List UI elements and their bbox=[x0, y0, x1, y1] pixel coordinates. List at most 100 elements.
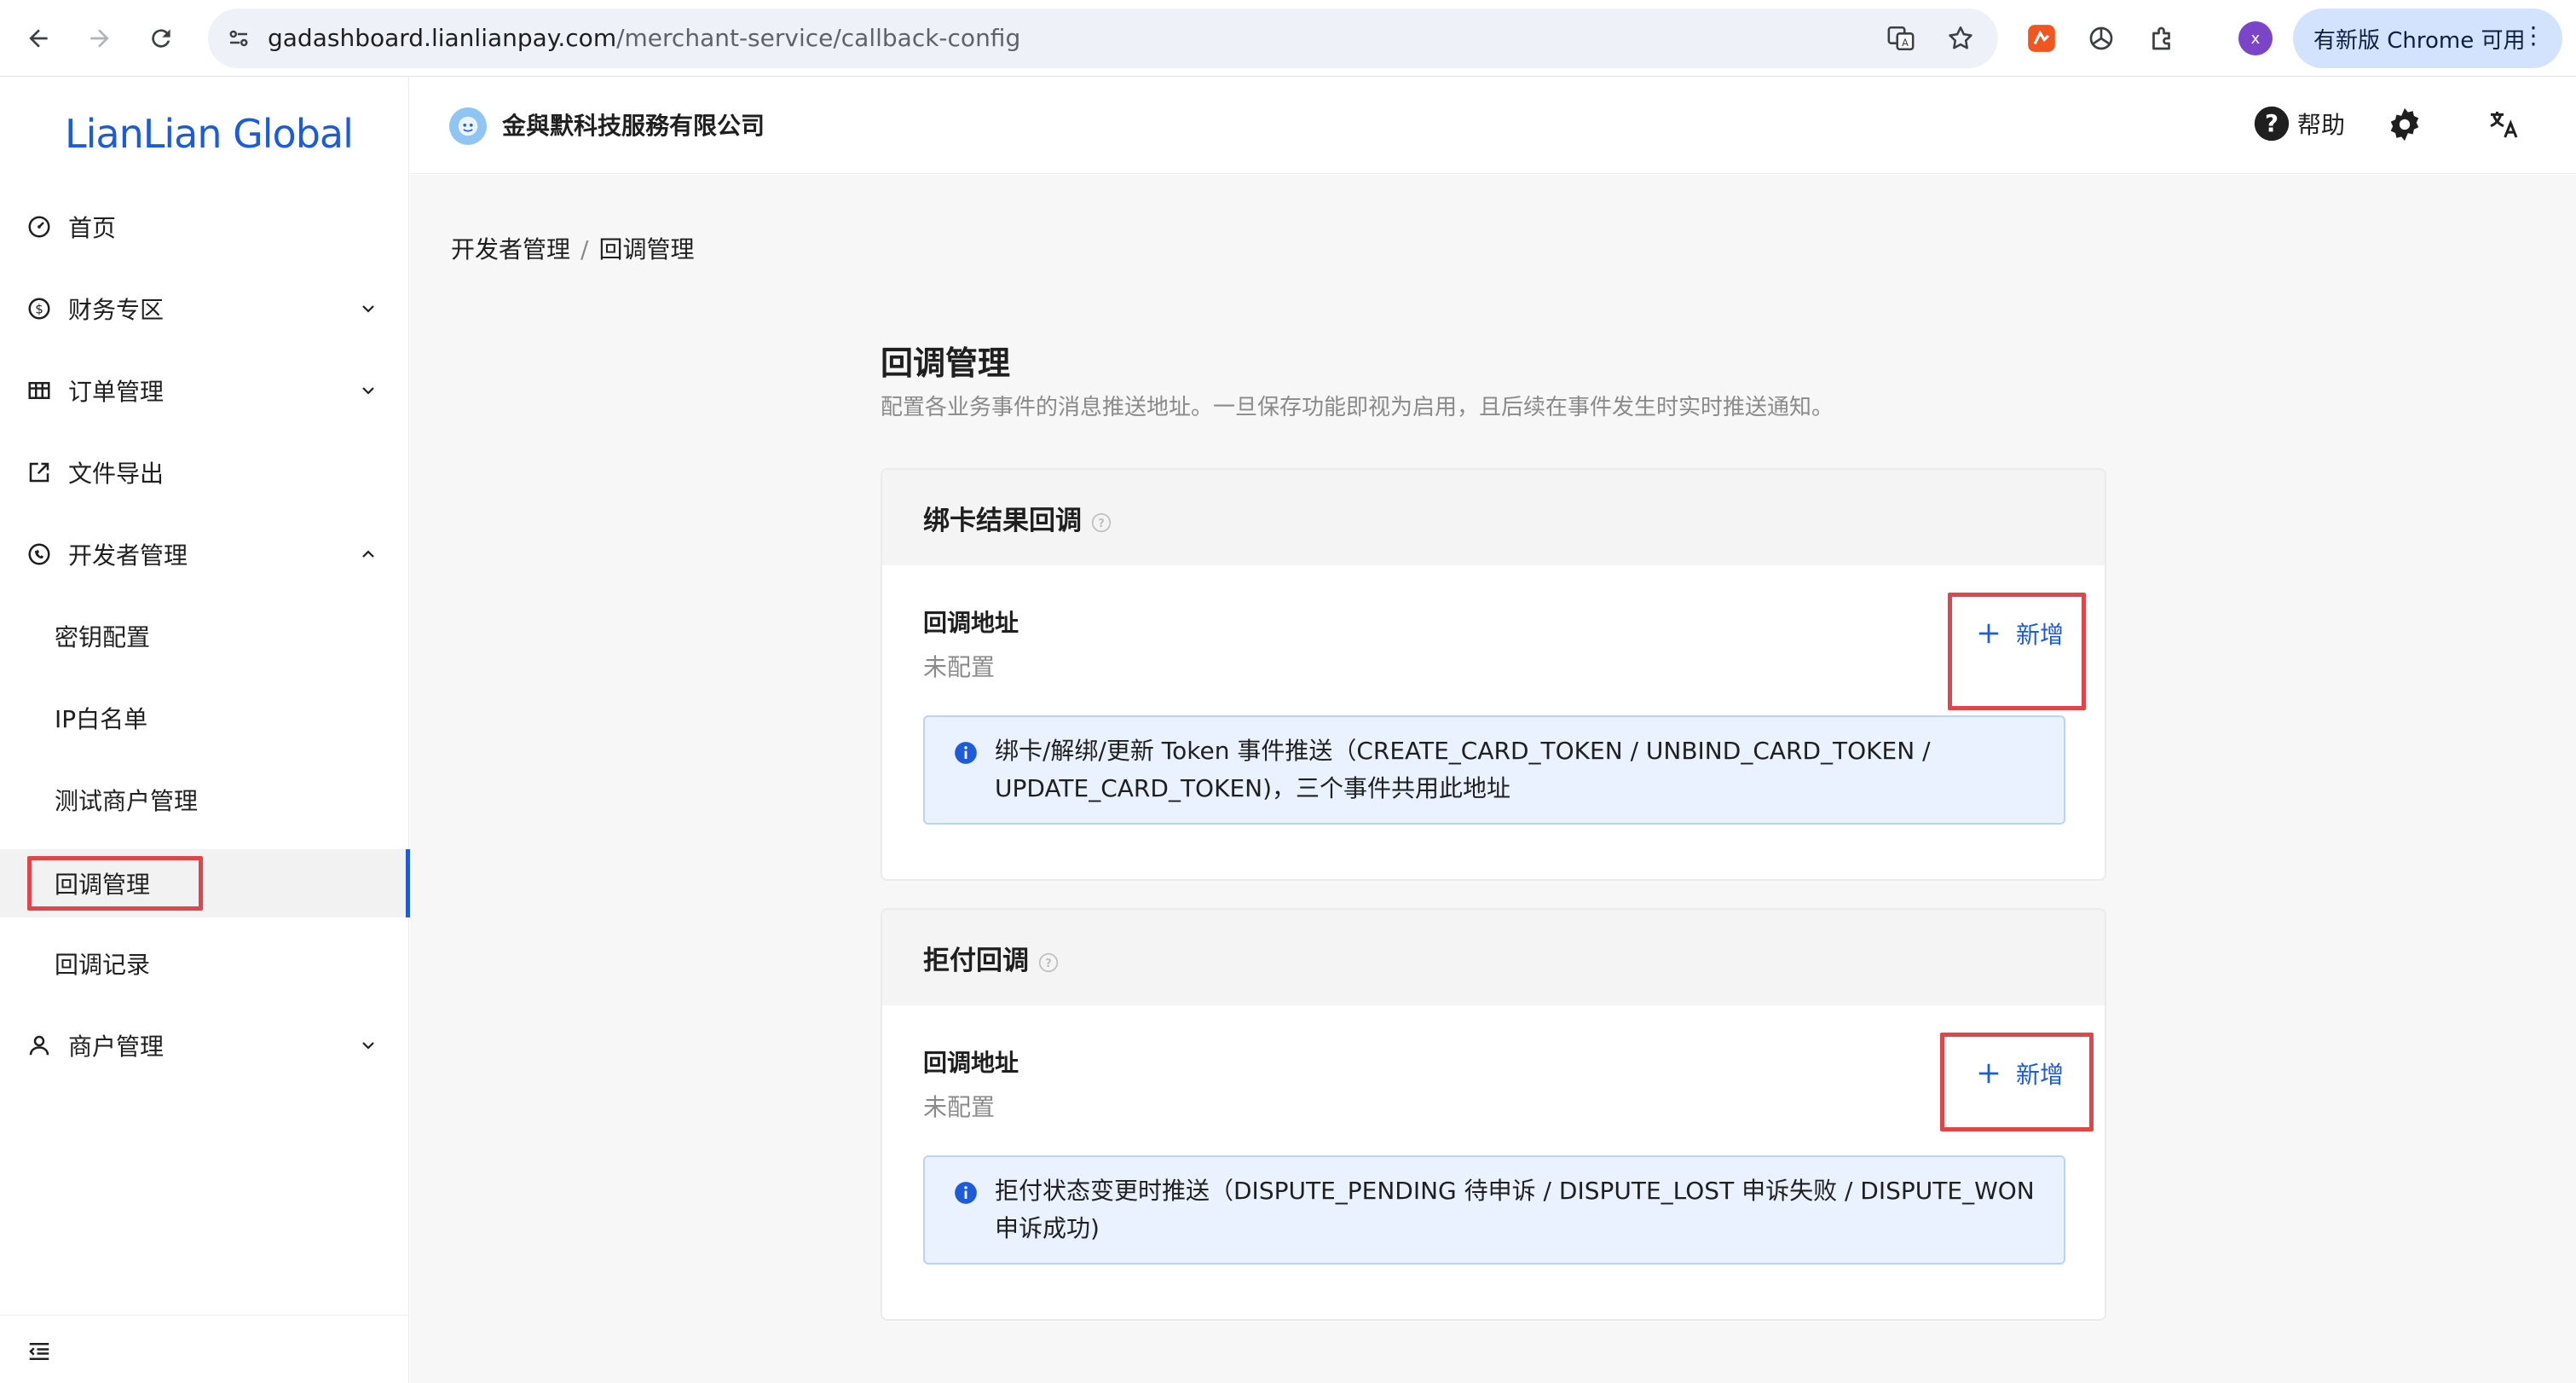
sidebar-footer bbox=[0, 1315, 409, 1383]
card-header: 拒付回调? bbox=[882, 910, 2105, 1005]
svg-text:?: ? bbox=[1098, 517, 1105, 529]
collapse-menu-icon[interactable] bbox=[26, 1338, 53, 1365]
back-button[interactable] bbox=[19, 19, 58, 58]
sidebar-item-label: 商户管理 bbox=[68, 1033, 165, 1061]
field-label-callback-url: 回调地址 bbox=[923, 1049, 1019, 1077]
breadcrumb-separator: / bbox=[580, 235, 589, 263]
help-circle-icon: ? bbox=[2254, 106, 2290, 142]
annotation-highlight bbox=[1940, 1033, 2094, 1131]
breadcrumb-parent[interactable]: 开发者管理 bbox=[451, 235, 570, 263]
company-avatar bbox=[449, 107, 487, 145]
info-text-line: UPDATE_CARD_TOKEN)，三个事件共用此地址 bbox=[995, 774, 1511, 802]
help-button[interactable]: ? 帮助 bbox=[2253, 102, 2345, 145]
settings-gear-icon[interactable] bbox=[2384, 104, 2425, 145]
sidebar: LianLian Global 首页 $ 财务专区 订单管理 文件导出 开发者管… bbox=[0, 77, 410, 1383]
chevron-down-icon bbox=[356, 1033, 380, 1057]
export-icon bbox=[26, 459, 53, 486]
sidebar-item-home[interactable]: 首页 bbox=[0, 186, 409, 268]
user-icon bbox=[26, 1032, 53, 1059]
address-bar[interactable]: gadashboard.lianlianpay.com/merchant-ser… bbox=[208, 9, 1998, 68]
card-title: 拒付回调? bbox=[923, 939, 1060, 977]
question-circle-icon[interactable]: ? bbox=[1037, 952, 1060, 974]
breadcrumb: 开发者管理 / 回调管理 bbox=[451, 231, 694, 265]
sidebar-item-callback-records[interactable]: 回调记录 bbox=[0, 923, 409, 1004]
chevron-down-icon bbox=[356, 379, 380, 402]
url-path: /merchant-service/callback-config bbox=[616, 24, 1021, 52]
sidebar-item-label: 密钥配置 bbox=[55, 623, 151, 651]
card-title-text: 绑卡结果回调 bbox=[923, 506, 1082, 536]
sidebar-item-ip-whitelist[interactable]: IP白名单 bbox=[0, 677, 409, 759]
help-label: 帮助 bbox=[2297, 111, 2346, 139]
url-text[interactable]: gadashboard.lianlianpay.com/merchant-ser… bbox=[268, 9, 1020, 68]
field-label-callback-url: 回调地址 bbox=[923, 609, 1019, 637]
main-content: 开发者管理 / 回调管理 回调管理 配置各业务事件的消息推送地址。一旦保存功能即视为… bbox=[410, 175, 2576, 1383]
sidebar-item-label: 财务专区 bbox=[68, 296, 165, 324]
sidebar-item-label: 测试商户管理 bbox=[55, 787, 199, 815]
brand-logo[interactable]: LianLian Global bbox=[65, 111, 354, 157]
question-circle-icon[interactable]: ? bbox=[1090, 512, 1112, 534]
extensions-puzzle-icon[interactable] bbox=[2143, 19, 2182, 58]
page-description: 配置各业务事件的消息推送地址。一旦保存功能即视为启用，且后续在事件发生时实时推送… bbox=[881, 395, 1834, 420]
sidebar-item-orders[interactable]: 订单管理 bbox=[0, 350, 409, 431]
sidebar-item-merchants[interactable]: 商户管理 bbox=[0, 1004, 409, 1086]
info-circle-icon bbox=[954, 1181, 978, 1205]
svg-text:?: ? bbox=[1045, 957, 1052, 969]
translate-page-icon[interactable]: A bbox=[1886, 23, 1916, 54]
sidebar-item-developer[interactable]: 开发者管理 bbox=[0, 513, 409, 595]
info-alert: 绑卡/解绑/更新 Token 事件推送（CREATE_CARD_TOKEN / … bbox=[923, 715, 2065, 825]
app-header: 金與默科技服務有限公司 ? 帮助 bbox=[410, 77, 2576, 174]
card-header: 绑卡结果回调? bbox=[882, 470, 2105, 565]
info-text-line: 拒付状态变更时推送（DISPUTE_PENDING 待申诉 / DISPUTE_… bbox=[995, 1177, 2035, 1205]
chevron-down-icon bbox=[356, 297, 380, 321]
dashboard-icon bbox=[26, 213, 53, 240]
language-translate-icon[interactable] bbox=[2483, 104, 2524, 145]
reload-button[interactable] bbox=[142, 19, 181, 58]
openai-extension-icon[interactable] bbox=[2082, 19, 2121, 58]
browser-toolbar: gadashboard.lianlianpay.com/merchant-ser… bbox=[0, 0, 2576, 77]
info-text-line: 绑卡/解绑/更新 Token 事件推送（CREATE_CARD_TOKEN / … bbox=[995, 737, 1931, 765]
profile-avatar[interactable]: x bbox=[2238, 21, 2273, 55]
card-title: 绑卡结果回调? bbox=[923, 499, 1112, 537]
page-title: 回调管理 bbox=[881, 344, 1011, 382]
bookmark-star-icon[interactable] bbox=[1945, 23, 1976, 54]
url-host: gadashboard.lianlianpay.com bbox=[268, 24, 617, 52]
api-icon bbox=[26, 541, 53, 568]
chrome-update-chip[interactable]: 有新版 Chrome 可用 ⋮ bbox=[2293, 9, 2562, 68]
card-title-text: 拒付回调 bbox=[923, 946, 1029, 976]
info-text-line: 申诉成功) bbox=[995, 1214, 1100, 1242]
sidebar-item-label: 开发者管理 bbox=[68, 541, 188, 570]
sidebar-item-test-merchants[interactable]: 测试商户管理 bbox=[0, 759, 409, 841]
sidebar-item-label: 首页 bbox=[68, 214, 117, 242]
callback-card-dispute: 拒付回调? 回调地址 未配置 新增 拒付状态变更时推送（DISPUTE_PEND… bbox=[881, 908, 2106, 1321]
site-settings-icon[interactable] bbox=[223, 23, 254, 54]
forward-button[interactable] bbox=[80, 19, 119, 58]
chevron-up-icon bbox=[356, 542, 380, 566]
extension-red-icon[interactable] bbox=[2022, 19, 2061, 58]
info-text: 绑卡/解绑/更新 Token 事件推送（CREATE_CARD_TOKEN / … bbox=[995, 732, 2043, 807]
more-vert-icon[interactable]: ⋮ bbox=[2521, 24, 2545, 48]
info-alert: 拒付状态变更时推送（DISPUTE_PENDING 待申诉 / DISPUTE_… bbox=[923, 1155, 2065, 1264]
sidebar-item-key-config[interactable]: 密钥配置 bbox=[0, 595, 409, 677]
callback-card-bind-card: 绑卡结果回调? 回调地址 未配置 新增 绑卡/解绑/更新 Token 事件推送（… bbox=[881, 468, 2106, 881]
update-chip-label: 有新版 Chrome 可用 bbox=[2313, 27, 2526, 54]
breadcrumb-current: 回调管理 bbox=[598, 235, 695, 263]
table-icon bbox=[26, 377, 53, 404]
field-value-callback-url: 未配置 bbox=[923, 653, 996, 681]
svg-text:?: ? bbox=[2265, 110, 2279, 137]
svg-text:A: A bbox=[1902, 37, 1909, 49]
info-circle-icon bbox=[954, 741, 978, 765]
annotation-highlight bbox=[27, 856, 203, 911]
info-text: 拒付状态变更时推送（DISPUTE_PENDING 待申诉 / DISPUTE_… bbox=[995, 1172, 2043, 1247]
sidebar-item-label: 文件导出 bbox=[68, 460, 165, 488]
field-value-callback-url: 未配置 bbox=[923, 1093, 996, 1121]
dollar-circle-icon: $ bbox=[26, 295, 53, 322]
sidebar-item-file-export[interactable]: 文件导出 bbox=[0, 431, 409, 513]
svg-text:$: $ bbox=[35, 302, 43, 317]
sidebar-item-label: 回调记录 bbox=[55, 951, 151, 979]
sidebar-item-label: 订单管理 bbox=[68, 378, 165, 406]
annotation-highlight bbox=[1948, 593, 2086, 710]
arrow-left-icon bbox=[29, 29, 48, 48]
sidebar-item-finance[interactable]: $ 财务专区 bbox=[0, 268, 409, 350]
sidebar-item-label: IP白名单 bbox=[55, 705, 148, 733]
arrow-right-icon bbox=[90, 29, 109, 48]
